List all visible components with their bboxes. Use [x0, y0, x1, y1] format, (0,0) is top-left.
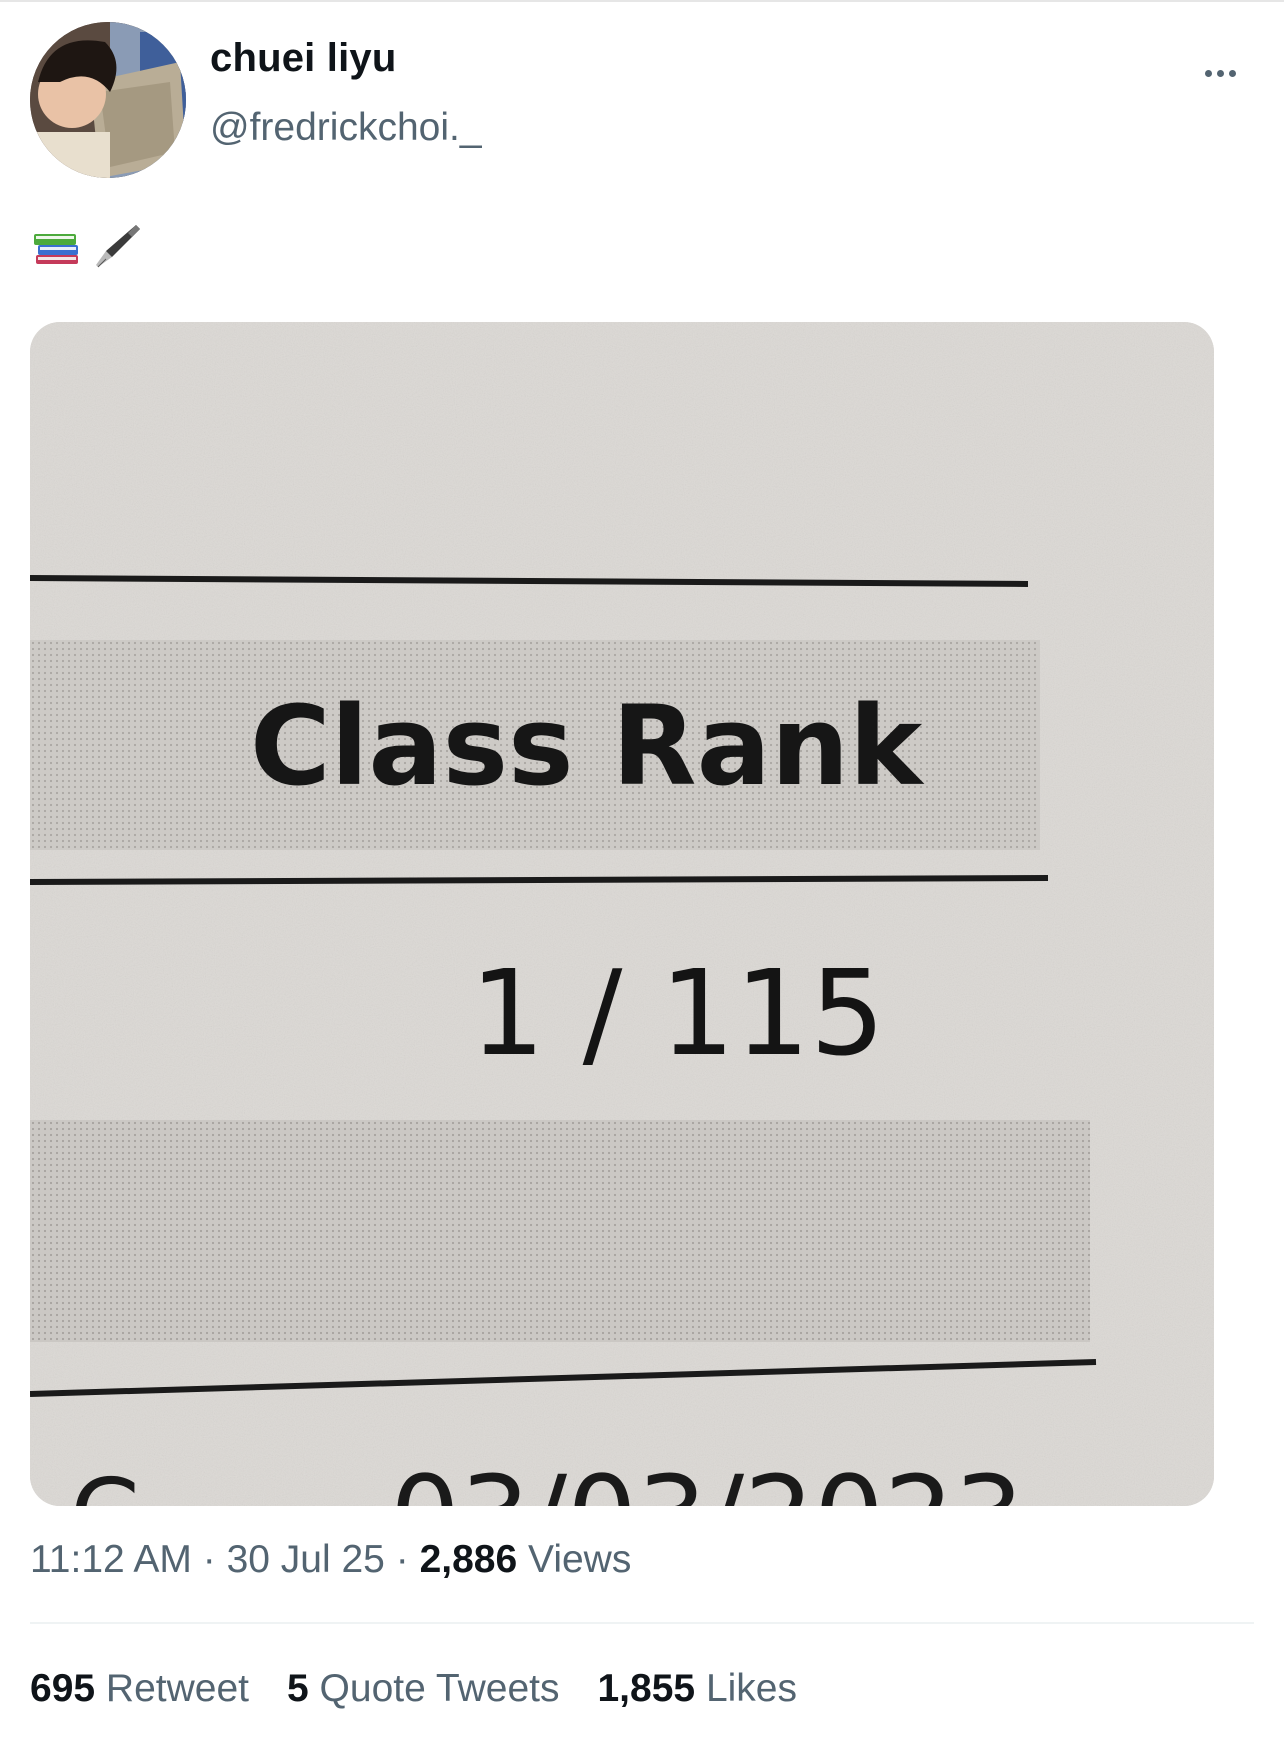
more-horizontal-icon-dot — [1216, 69, 1224, 77]
tweet-time[interactable]: 11:12 AM — [30, 1538, 192, 1581]
partial-letter: C — [70, 1457, 140, 1506]
class-rank-value: 1 / 115 — [470, 944, 885, 1082]
more-horizontal-icon-dot — [1204, 69, 1212, 77]
class-rank-heading: Class Rank — [250, 682, 925, 810]
tweet-meta: 11:12 AM · 30 Jul 25 · 2,886 Views — [30, 1538, 631, 1582]
meta-separator: · — [202, 1538, 216, 1581]
more-horizontal-icon-dot — [1228, 69, 1236, 77]
retweets-label: Retweet — [105, 1667, 249, 1710]
tweet-date[interactable]: 30 Jul 25 — [227, 1538, 385, 1581]
quote-tweets-count: 5 — [287, 1667, 309, 1710]
divider — [30, 1622, 1254, 1624]
retweets-count: 695 — [30, 1667, 96, 1710]
quote-tweets-label: Quote Tweets — [319, 1667, 560, 1710]
profile-photo-icon — [30, 22, 186, 178]
retweets-stat[interactable]: 695 Retweet — [30, 1667, 249, 1711]
table-rule — [30, 875, 1049, 885]
likes-count: 1,855 — [597, 1667, 696, 1710]
class-rank-photo: Class Rank 1 / 115 C 03/03/2023 — [30, 322, 1214, 1506]
likes-stat[interactable]: 1,855 Likes — [597, 1667, 797, 1711]
fountain-pen-emoji-icon — [96, 225, 140, 268]
books-emoji-icon — [34, 234, 78, 264]
tweet-media-image[interactable]: Class Rank 1 / 115 C 03/03/2023 — [30, 322, 1214, 1506]
views-count: 2,886 — [419, 1538, 518, 1581]
top-divider — [0, 0, 1284, 2]
meta-separator: · — [395, 1538, 409, 1581]
quote-tweets-stat[interactable]: 5 Quote Tweets — [287, 1667, 559, 1711]
likes-label: Likes — [705, 1667, 797, 1710]
display-name[interactable]: chuei liyu — [210, 36, 397, 81]
tweet-text — [32, 218, 142, 274]
avatar[interactable] — [30, 22, 186, 178]
user-handle[interactable]: @fredrickchoi._ — [210, 106, 482, 150]
engagement-stats: 695 Retweet 5 Quote Tweets 1,855 Likes — [30, 1667, 797, 1711]
more-options-button[interactable] — [1190, 58, 1250, 88]
views-label: Views — [528, 1538, 632, 1581]
partial-date: 03/03/2023 — [390, 1452, 1024, 1506]
